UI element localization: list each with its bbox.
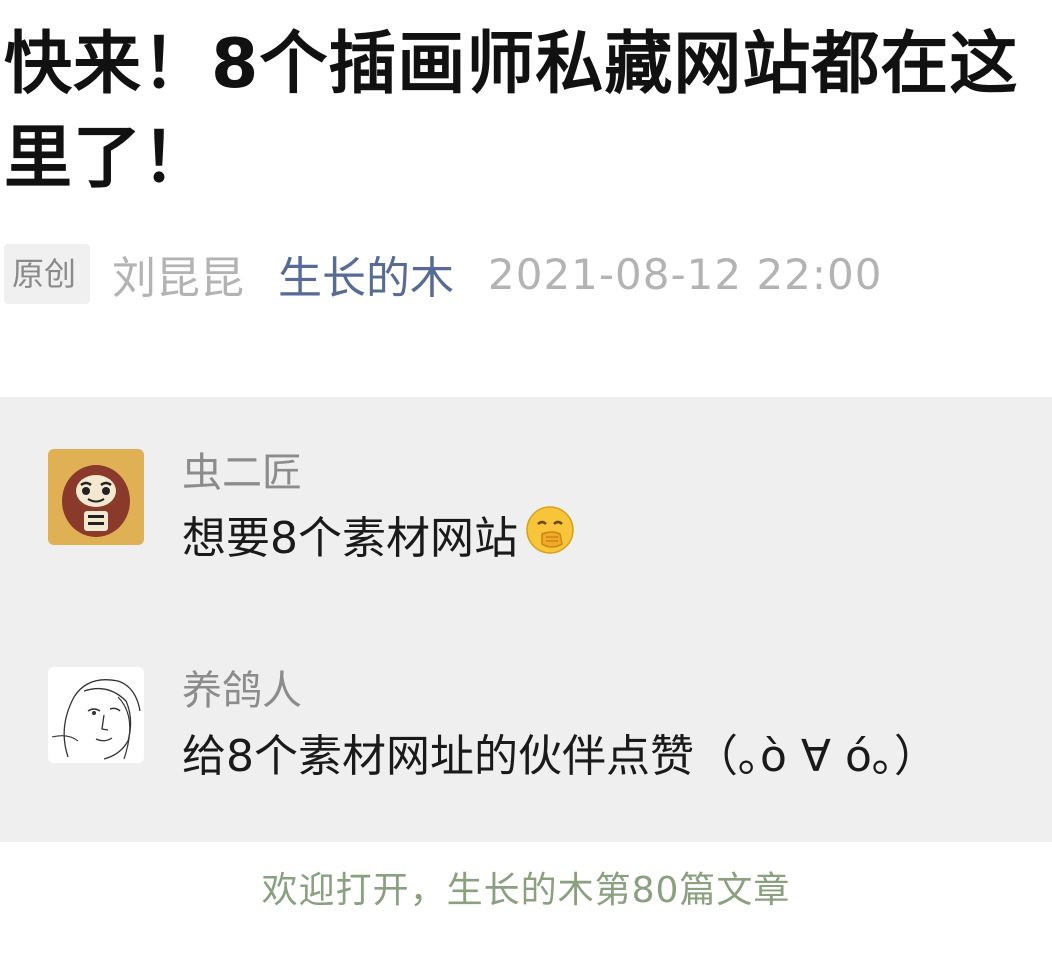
article-meta: 原创 刘昆昆 生长的木 2021-08-12 22:00 [4, 244, 883, 304]
footer-note: 欢迎打开，生长的木第80篇文章 [261, 870, 791, 911]
comment-nickname: 养鸽人 [182, 668, 302, 714]
account-link[interactable]: 生长的木 [278, 242, 454, 306]
comment-text-content: 想要8个素材网站 [182, 513, 518, 564]
comment-item: 养鸽人 给8个素材网址的伙伴点赞（｡ò ∀ ó｡） [48, 667, 1038, 797]
comment-text: 给8个素材网址的伙伴点赞（｡ò ∀ ó｡） [182, 731, 938, 782]
article-title: 快来！8个插画师私藏网站都在这里了！ [4, 25, 1019, 198]
comment-section: 虫二匠 想要8个素材网站 养鸽人 给8个素材网址的伙伴点赞（｡ò ∀ ó｡） [0, 397, 1052, 842]
original-badge: 原创 [4, 244, 91, 304]
article-page: 快来！8个插画师私藏网站都在这里了！ 原创 刘昆昆 生长的木 2021-08-1… [0, 0, 1052, 955]
comment-nickname: 虫二匠 [182, 450, 302, 496]
comment-text: 想要8个素材网站 [182, 506, 576, 570]
line-drawing-face-avatar[interactable] [48, 667, 144, 763]
author-name: 刘昆昆 [112, 253, 245, 304]
covering-mouth-emoji-icon [524, 504, 576, 570]
comment-item: 虫二匠 想要8个素材网站 [48, 449, 1038, 579]
publish-date: 2021-08-12 22:00 [488, 249, 883, 299]
daruma-avatar[interactable] [48, 449, 144, 545]
